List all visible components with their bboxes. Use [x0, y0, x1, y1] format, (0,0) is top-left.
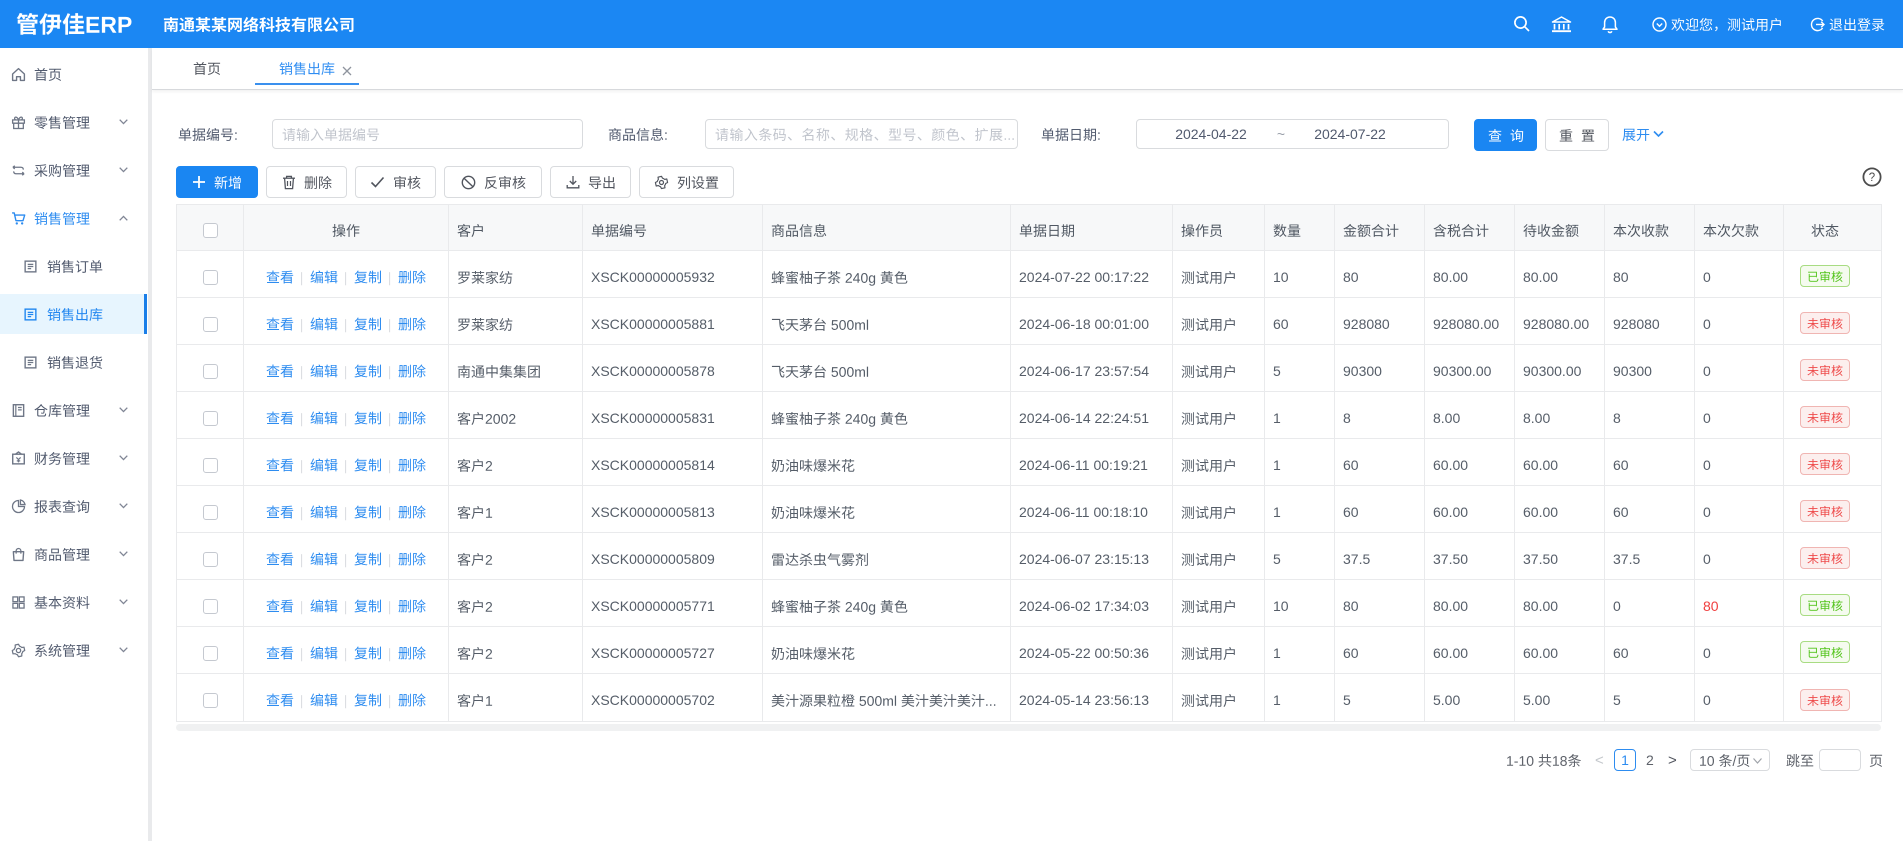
svg-text:?: ? — [1869, 172, 1875, 184]
